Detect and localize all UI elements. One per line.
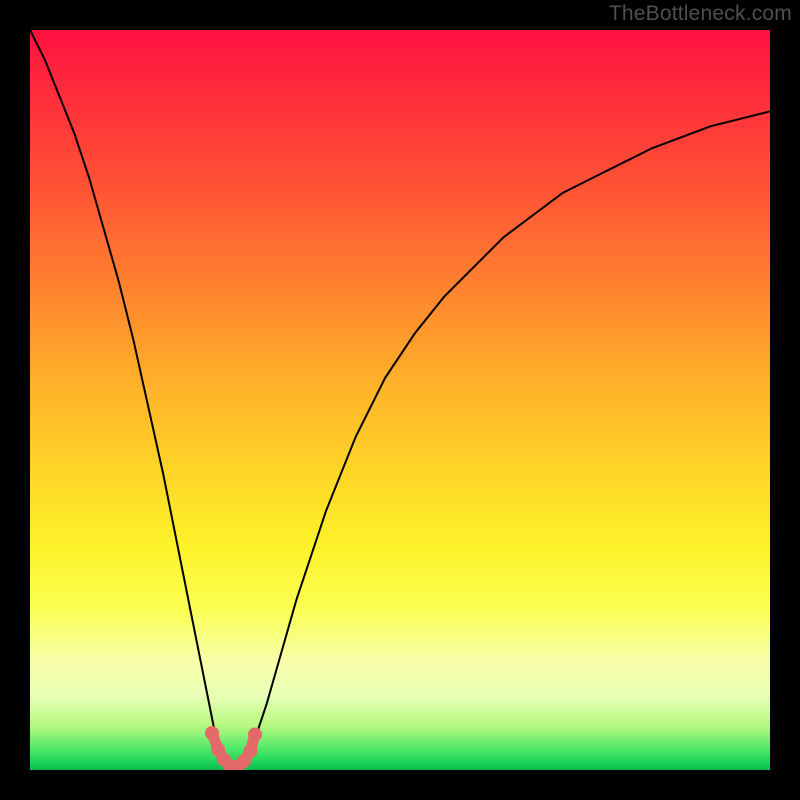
chart-container: TheBottleneck.com: [0, 0, 800, 800]
highlight-dots: [205, 726, 262, 770]
highlight-dot: [244, 744, 258, 758]
watermark-text: TheBottleneck.com: [609, 2, 792, 26]
curve-layer: [30, 30, 770, 770]
highlight-dot: [248, 728, 262, 742]
highlight-dot: [205, 726, 219, 740]
bottleneck-curve: [30, 30, 770, 770]
plot-area: [30, 30, 770, 770]
